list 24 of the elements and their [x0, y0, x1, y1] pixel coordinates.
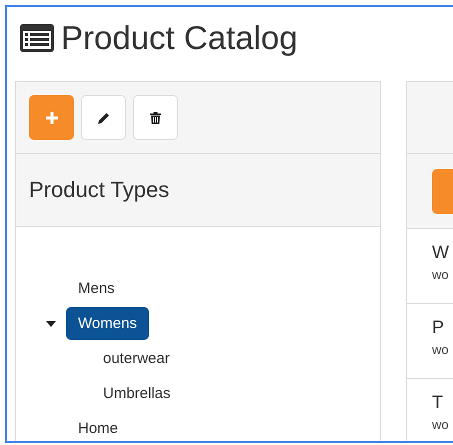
product-detail: wo — [432, 268, 450, 283]
tree-item[interactable]: Home — [66, 412, 130, 441]
add-button[interactable] — [29, 95, 74, 140]
tree-item[interactable]: Womens — [66, 307, 149, 340]
panel-heading: Product Types — [29, 177, 170, 203]
tree-item[interactable]: Umbrellas — [91, 377, 183, 410]
delete-button[interactable] — [133, 95, 178, 140]
product-list-item[interactable]: W wo — [407, 229, 453, 304]
trash-icon — [150, 112, 161, 124]
edit-button[interactable] — [81, 95, 126, 140]
product-name: P — [432, 317, 446, 338]
page-title: Product Catalog — [61, 18, 298, 58]
product-name: W — [432, 242, 450, 263]
product-detail: wo — [432, 418, 450, 433]
product-list-item[interactable]: T wo — [407, 379, 453, 441]
product-detail: wo — [432, 342, 450, 358]
caret-down-icon[interactable] — [46, 320, 56, 326]
tree-item[interactable]: outerwear — [91, 342, 182, 375]
tree-item[interactable]: Mens — [66, 272, 127, 305]
product-name: T — [432, 392, 444, 413]
pencil-icon — [98, 112, 110, 124]
list-icon — [19, 23, 55, 53]
product-list-item[interactable]: P wo — [407, 304, 453, 379]
plus-icon — [46, 112, 58, 124]
